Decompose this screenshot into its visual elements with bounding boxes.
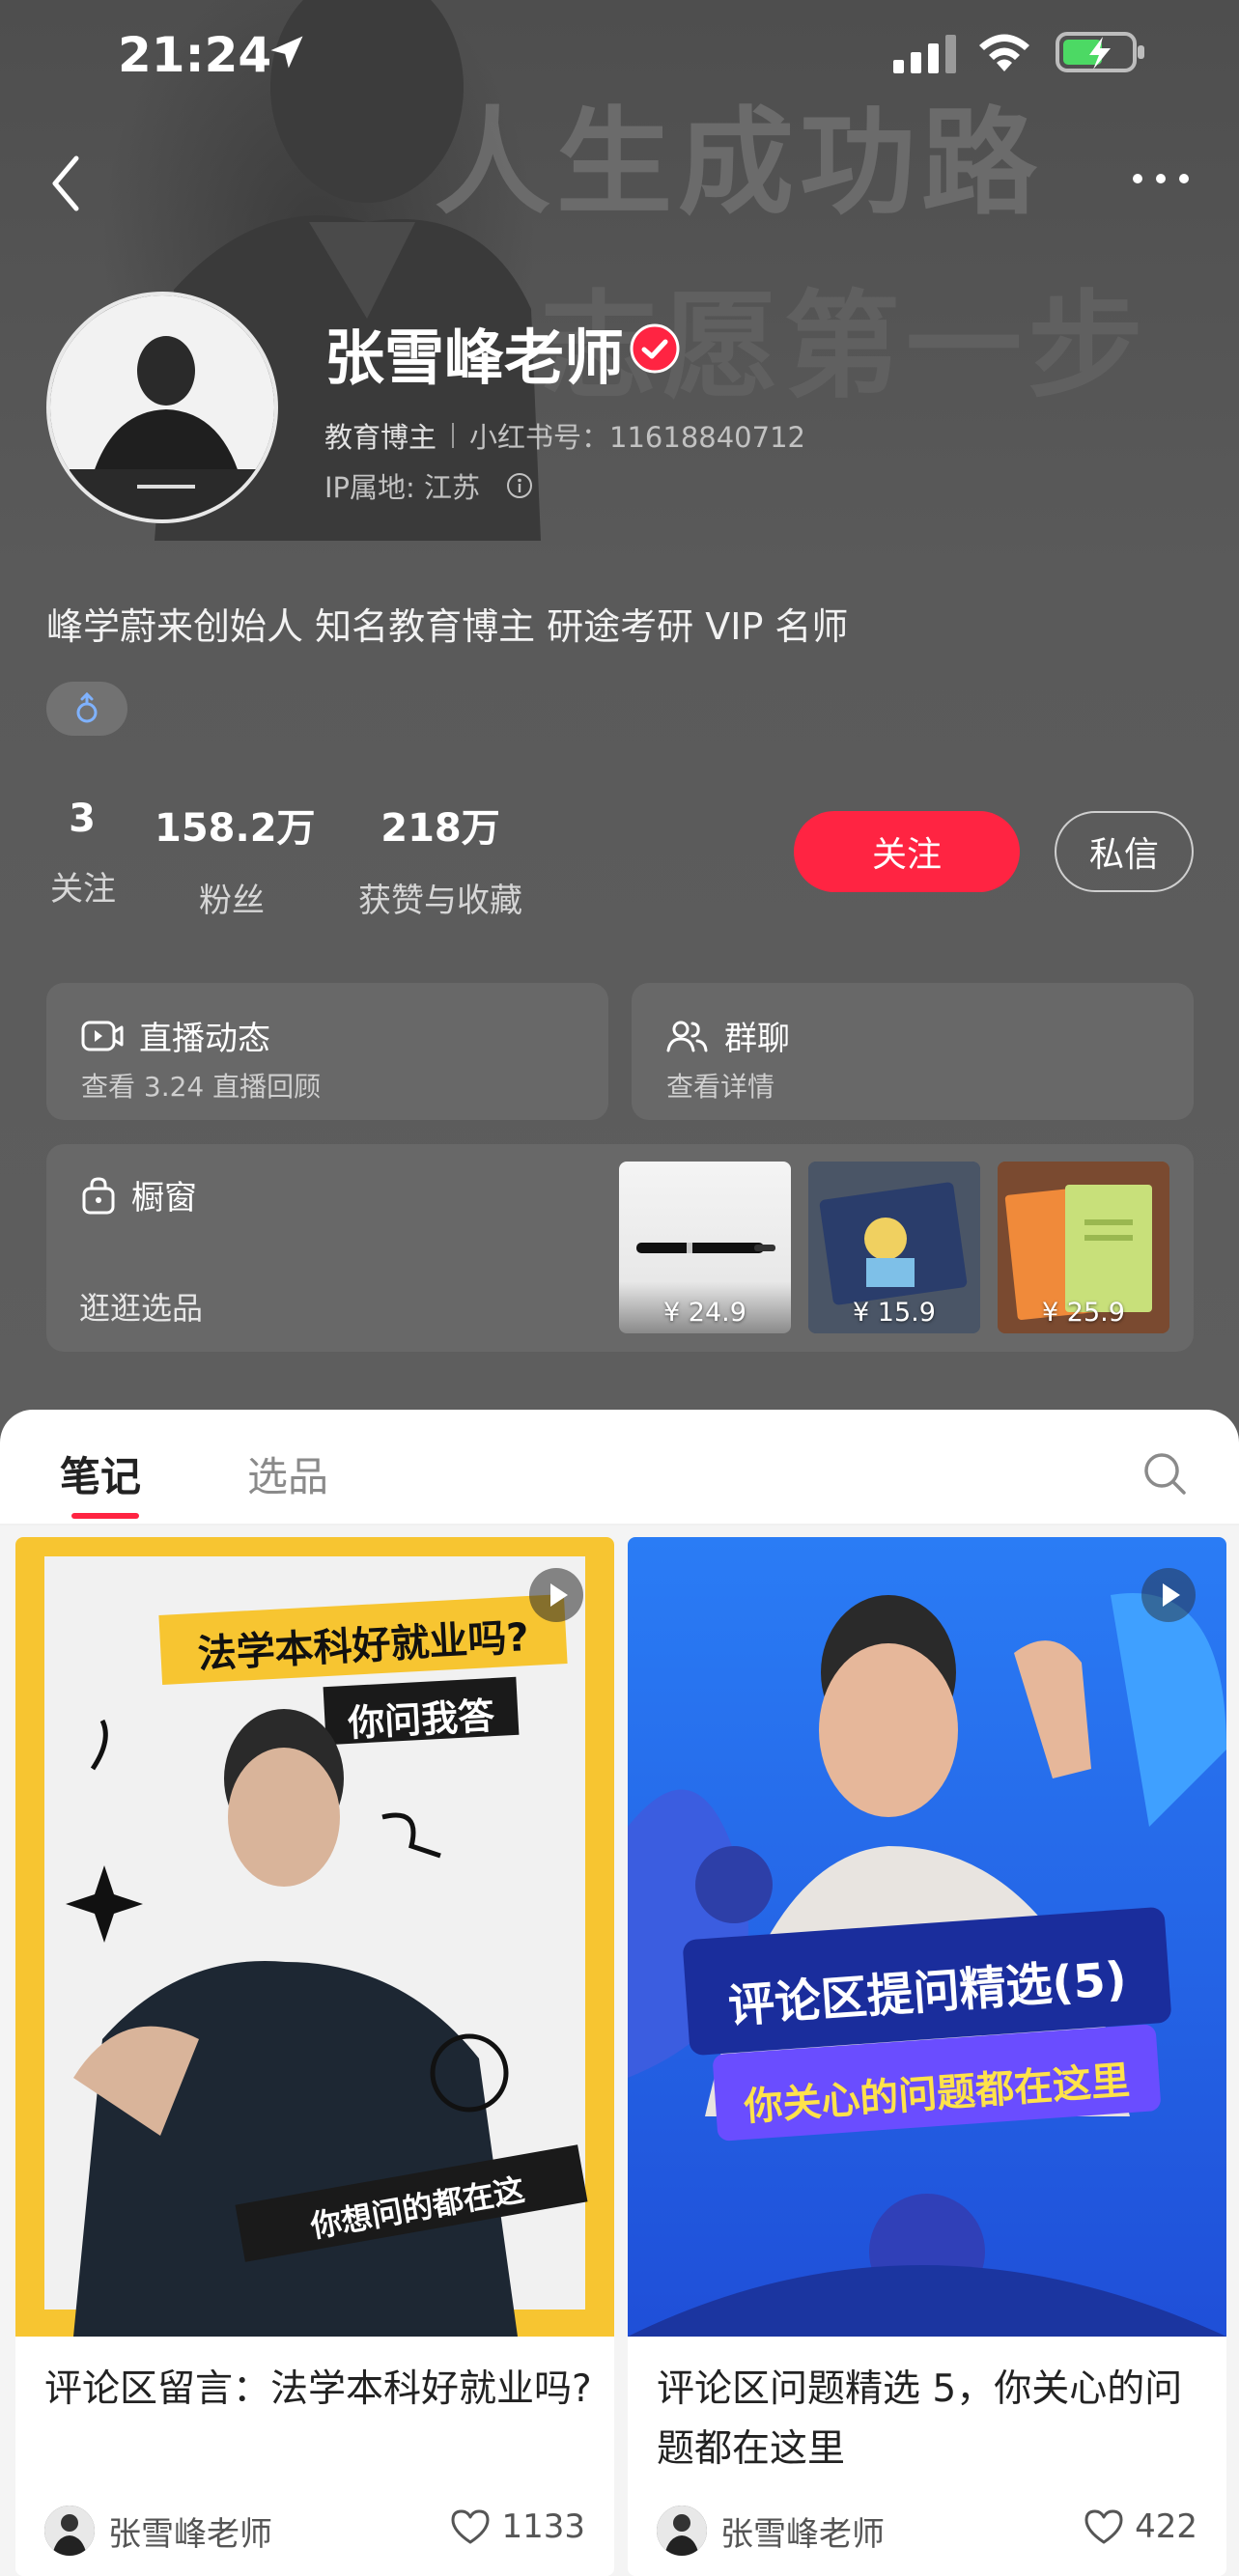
search-icon[interactable] xyxy=(1141,1450,1188,1497)
note-author[interactable]: 张雪峰老师 xyxy=(657,2506,885,2556)
note-likes[interactable]: 422 xyxy=(1083,2507,1197,2546)
author-avatar xyxy=(657,2506,707,2556)
more-options-icon[interactable] xyxy=(1130,164,1192,193)
live-video-icon xyxy=(81,1021,124,1050)
male-gender-icon xyxy=(76,692,98,723)
shop-item-price: ¥ 15.9 xyxy=(853,1298,936,1328)
stat-value: 3 xyxy=(69,797,96,841)
live-card[interactable]: 直播动态 查看 3.24 直播回顾 xyxy=(46,983,608,1120)
live-card-subtitle: 查看 3.24 直播回顾 xyxy=(81,1071,322,1103)
gender-tag xyxy=(46,682,127,736)
note-cover[interactable]: 评论区提问精选(5) 你关心的问题都在这里 xyxy=(628,1537,1226,2337)
wifi-icon xyxy=(979,34,1029,71)
heart-icon xyxy=(1084,2509,1123,2544)
ip-location-row: IP属地: 江苏 xyxy=(324,465,534,506)
note-cover-image xyxy=(628,1537,1226,2337)
profile-avatar[interactable] xyxy=(46,292,278,523)
active-tab-indicator xyxy=(71,1513,139,1519)
background-banner-text: 人生成功路 xyxy=(435,97,1043,231)
follow-button[interactable]: 关注 xyxy=(794,811,1020,892)
shop-item-price: ¥ 25.9 xyxy=(1042,1298,1125,1328)
message-button[interactable]: 私信 xyxy=(1055,811,1194,892)
live-card-title: 直播动态 xyxy=(139,1020,270,1058)
battery-charging-icon xyxy=(1056,32,1144,72)
profile-category: 教育博主 xyxy=(324,421,437,454)
stat-likes-collects[interactable]: 218万 获赞与收藏 xyxy=(344,797,537,921)
tab-notes[interactable]: 笔记 xyxy=(60,1444,141,1503)
profile-header: 人生成功路 志愿第一步 21:24 张雪峰老师 教育博主 小红书号：116188… xyxy=(0,0,1239,1448)
shopping-bag-icon xyxy=(82,1176,115,1214)
group-users-icon xyxy=(666,1021,708,1051)
like-count: 1133 xyxy=(501,2507,585,2546)
back-arrow-icon[interactable] xyxy=(43,145,92,222)
location-arrow-icon xyxy=(270,36,303,69)
shop-item[interactable]: ¥ 25.9 xyxy=(998,1162,1169,1333)
live-card-title-row: 直播动态 xyxy=(81,1012,270,1059)
note-author[interactable]: 张雪峰老师 xyxy=(44,2506,272,2556)
note-title: 评论区留言：法学本科好就业吗? xyxy=(44,2367,592,2411)
note-card[interactable]: 评论区提问精选(5) 你关心的问题都在这里 评论区问题精选 5，你关心的问题都在… xyxy=(628,1537,1226,2576)
video-play-icon xyxy=(529,1568,583,1622)
shop-card-title: 橱窗 xyxy=(131,1179,197,1218)
stat-label: 粉丝 xyxy=(199,882,265,920)
note-likes[interactable]: 1133 xyxy=(449,2507,585,2546)
tab-selections[interactable]: 选品 xyxy=(247,1444,328,1503)
stat-label: 关注 xyxy=(50,870,116,909)
heart-icon xyxy=(451,2509,490,2544)
note-card[interactable]: 法学本科好就业吗? 你问我答 你想问的都在这 评论区留言：法学本科好就业吗? 张… xyxy=(15,1537,614,2576)
stat-followers[interactable]: 158.2万 粉丝 xyxy=(155,797,316,921)
group-chat-card[interactable]: 群聊 查看详情 xyxy=(632,983,1194,1120)
stat-value: 158.2万 xyxy=(155,806,316,851)
author-avatar xyxy=(44,2506,95,2556)
shop-item[interactable]: ¥ 15.9 xyxy=(808,1162,980,1333)
note-title: 评论区问题精选 5，你关心的问题都在这里 xyxy=(657,2367,1183,2471)
video-play-icon xyxy=(1141,1568,1196,1622)
like-count: 422 xyxy=(1135,2507,1197,2546)
shop-card-title-row: 橱窗 xyxy=(81,1171,197,1218)
meta-divider xyxy=(452,423,455,448)
stat-label: 获赞与收藏 xyxy=(358,882,522,920)
note-cover[interactable]: 法学本科好就业吗? 你问我答 你想问的都在这 xyxy=(15,1537,614,2337)
profile-meta-row: 教育博主 小红书号：11618840712 xyxy=(324,415,805,456)
shop-item[interactable]: ¥ 24.9 xyxy=(619,1162,791,1333)
group-card-subtitle: 查看详情 xyxy=(666,1071,775,1103)
stat-following[interactable]: 3 关注 xyxy=(50,797,116,910)
group-card-title-row: 群聊 xyxy=(666,1012,790,1059)
cover-subline: 你问我答 xyxy=(347,1694,496,1745)
shop-card-subtitle: 逛逛选品 xyxy=(79,1290,204,1327)
verified-badge-icon xyxy=(630,323,680,374)
group-card-title: 群聊 xyxy=(724,1020,790,1058)
stat-value: 218万 xyxy=(380,806,500,851)
author-name: 张雪峰老师 xyxy=(108,2514,272,2554)
status-time: 21:24 xyxy=(118,27,272,83)
avatar-portrait xyxy=(50,295,274,519)
red-id[interactable]: 小红书号：11618840712 xyxy=(469,415,805,456)
cellular-signal-icon xyxy=(893,35,956,73)
author-name: 张雪峰老师 xyxy=(720,2514,885,2554)
shop-item-price: ¥ 24.9 xyxy=(663,1298,746,1328)
profile-name: 张雪峰老师 xyxy=(324,322,625,393)
ip-location: IP属地: 江苏 xyxy=(324,471,481,504)
profile-bio: 峰学蔚来创始人 知名教育博主 研途考研 VIP 名师 xyxy=(46,605,849,648)
info-icon[interactable] xyxy=(505,471,534,500)
